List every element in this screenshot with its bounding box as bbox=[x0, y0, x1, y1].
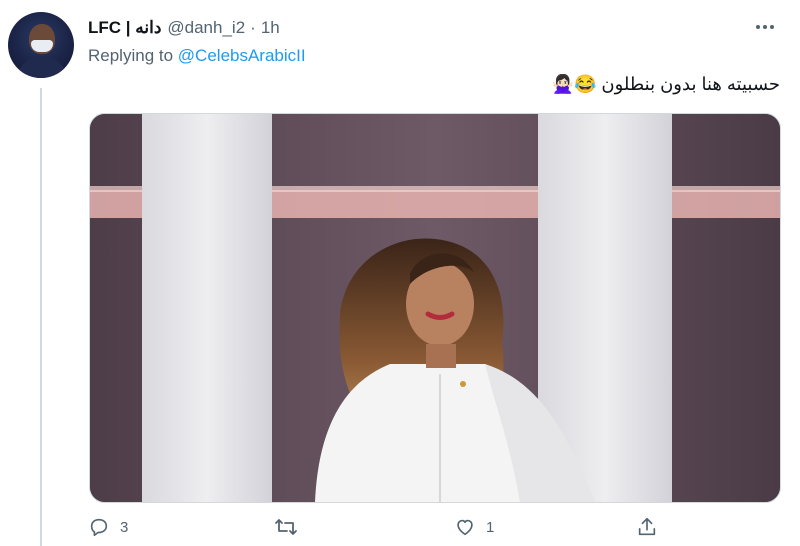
share-icon bbox=[638, 517, 656, 536]
tweet: LFC | دانه @danh_i2 · 1h Replying to @Ce… bbox=[0, 0, 800, 546]
display-name[interactable]: LFC | دانه bbox=[88, 18, 161, 38]
tweet-actions: 3 1 bbox=[88, 512, 688, 542]
more-icon[interactable] bbox=[750, 18, 780, 36]
reply-count: 3 bbox=[120, 518, 129, 536]
reply-icon bbox=[90, 518, 108, 537]
heart-icon bbox=[457, 519, 473, 536]
avatar-body bbox=[16, 56, 68, 78]
user-handle[interactable]: @danh_i2 bbox=[167, 18, 245, 38]
replying-to-label: Replying to bbox=[88, 46, 174, 65]
avatar-face-mask bbox=[31, 40, 53, 52]
like-count: 1 bbox=[486, 518, 495, 536]
reply-mention-link[interactable]: @CelebsArabicII bbox=[178, 46, 306, 65]
like-button[interactable]: 1 bbox=[454, 512, 494, 542]
more-icon-dot bbox=[756, 25, 760, 29]
replying-to: Replying to @CelebsArabicII bbox=[88, 46, 306, 66]
reply-button[interactable]: 3 bbox=[88, 512, 128, 542]
timestamp[interactable]: 1h bbox=[261, 18, 280, 38]
photo-illustration bbox=[90, 114, 780, 502]
tweet-header: LFC | دانه @danh_i2 · 1h bbox=[88, 16, 280, 40]
separator-dot: · bbox=[250, 18, 256, 37]
avatar[interactable] bbox=[8, 12, 74, 78]
share-button[interactable] bbox=[636, 512, 658, 542]
tweet-photo[interactable] bbox=[89, 113, 781, 503]
retweet-icon bbox=[275, 519, 297, 535]
more-icon-dot bbox=[763, 25, 767, 29]
thread-line bbox=[40, 88, 42, 546]
retweet-button[interactable] bbox=[274, 512, 308, 542]
tweet-text: حسبيته هنا بدون بنطلون 😂🙅🏻‍♀️ bbox=[551, 74, 780, 94]
more-icon-dot bbox=[770, 25, 774, 29]
